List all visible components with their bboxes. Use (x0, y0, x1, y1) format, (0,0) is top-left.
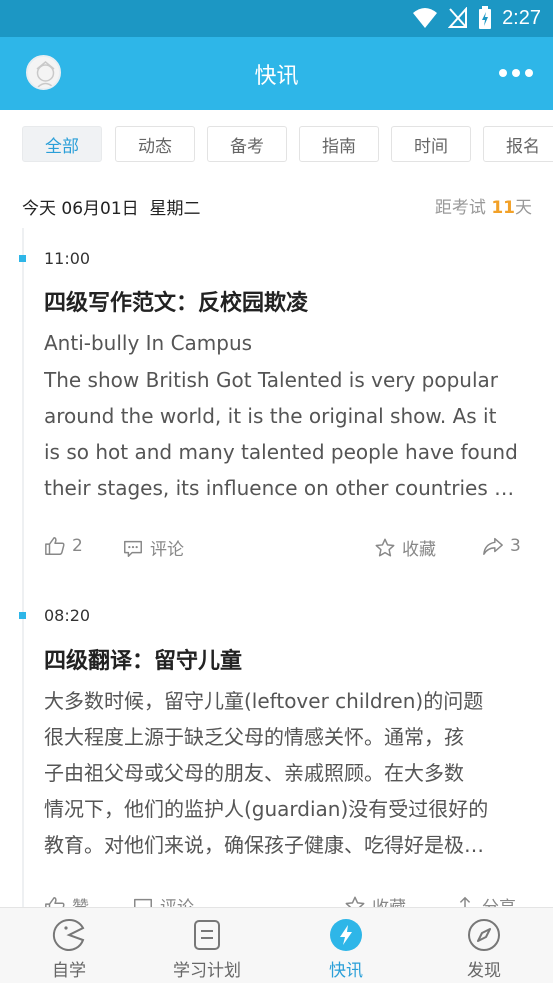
comment-label: 评论 (150, 540, 184, 560)
post-subtitle: Anti-bully In Campus (44, 331, 253, 355)
nav-self-study[interactable]: 自学 (9, 918, 129, 981)
countdown-days: 11 (491, 198, 515, 218)
countdown-suffix: 天 (515, 198, 532, 218)
post-actions: 2 评论 收藏 3 (44, 535, 524, 563)
post-body-line: is so hot and many talented people have … (44, 440, 518, 464)
tab-all[interactable]: 全部 (22, 126, 102, 162)
lightning-icon (330, 919, 362, 951)
share-button[interactable]: 3 (482, 535, 521, 557)
more-options-button[interactable] (499, 59, 533, 87)
post-body-line: The show British Got Talented is very po… (44, 368, 499, 392)
dot-icon (525, 69, 533, 77)
post-time: 08:20 (44, 606, 91, 625)
status-icons: 2:27 (412, 6, 541, 30)
post-body-line: 教育。对他们来说，确保孩子健康、吃得好是极… (44, 833, 484, 857)
current-date: 今天 06月01日 星期二 (22, 199, 201, 219)
tab-guide[interactable]: 指南 (299, 126, 379, 162)
tab-registration[interactable]: 报名 (483, 126, 553, 162)
post-body-line: their stages, its influence on other cou… (44, 476, 520, 500)
post-body-line: 很大程度上源于缺乏父母的情感关怀。通常，孩 (44, 725, 464, 749)
nav-label: 快讯 (329, 961, 363, 981)
timeline-dot (19, 612, 26, 619)
share-arrow-icon (483, 537, 503, 555)
no-signal-icon (448, 7, 468, 28)
post-body[interactable]: The show British Got Talented is very po… (44, 362, 520, 506)
nav-discover[interactable]: 发现 (424, 918, 544, 981)
pacman-icon (52, 918, 85, 951)
post-body-line: 子由祖父母或父母的朋友、亲戚照顾。在大多数 (44, 761, 464, 785)
tab-news[interactable]: 动态 (115, 126, 195, 162)
star-icon (375, 538, 395, 557)
nav-label: 自学 (52, 961, 86, 981)
date-row: 今天 06月01日 星期二 距考试 11天 (0, 188, 553, 224)
nav-study-plan[interactable]: 学习计划 (147, 918, 267, 981)
comment-icon (124, 540, 142, 557)
compass-icon (468, 919, 500, 951)
post-body-line: 大多数时候，留守儿童(leftover children)的问题 (44, 689, 484, 713)
document-icon (194, 920, 220, 950)
like-button[interactable]: 2 (44, 535, 83, 557)
timeline-dot (19, 255, 26, 262)
exam-countdown: 距考试 11天 (435, 193, 532, 218)
favorite-label: 收藏 (402, 540, 436, 560)
post-body-line: around the world, it is the original sho… (44, 404, 497, 428)
category-tabs: 全部 动态 备考 指南 时间 报名 (0, 110, 553, 178)
post-time: 11:00 (44, 249, 91, 268)
post-body[interactable]: 大多数时候，留守儿童(leftover children)的问题 很大程度上源于… (44, 683, 520, 863)
favorite-button[interactable]: 收藏 (374, 535, 436, 560)
page-title: 快讯 (254, 64, 299, 89)
post-title[interactable]: 四级写作范文：反校园欺凌 (44, 285, 308, 317)
countdown-prefix: 距考试 (434, 198, 486, 218)
nav-news-flash[interactable]: 快讯 (286, 918, 406, 981)
tab-schedule[interactable]: 时间 (391, 126, 471, 162)
wifi-icon (413, 8, 438, 28)
share-count: 3 (510, 536, 521, 556)
battery-charging-icon (479, 6, 492, 29)
bottom-navigation: 自学 学习计划 快讯 发现 (0, 907, 553, 983)
post-title[interactable]: 四级翻译：留守儿童 (44, 643, 242, 675)
tab-prep[interactable]: 备考 (207, 126, 287, 162)
thumbs-up-icon (45, 537, 65, 555)
status-bar: 2:27 (0, 0, 553, 37)
dot-icon (512, 69, 520, 77)
timeline-line (22, 228, 24, 908)
like-count: 2 (72, 536, 83, 556)
comment-button[interactable]: 评论 (122, 535, 184, 560)
dot-icon (499, 69, 507, 77)
nav-label: 发现 (467, 961, 501, 981)
app-bar: 快讯 (0, 37, 553, 110)
nav-label: 学习计划 (173, 961, 241, 981)
post-body-line: 情况下，他们的监护人(guardian)没有受过很好的 (44, 797, 489, 821)
status-time: 2:27 (502, 6, 541, 29)
